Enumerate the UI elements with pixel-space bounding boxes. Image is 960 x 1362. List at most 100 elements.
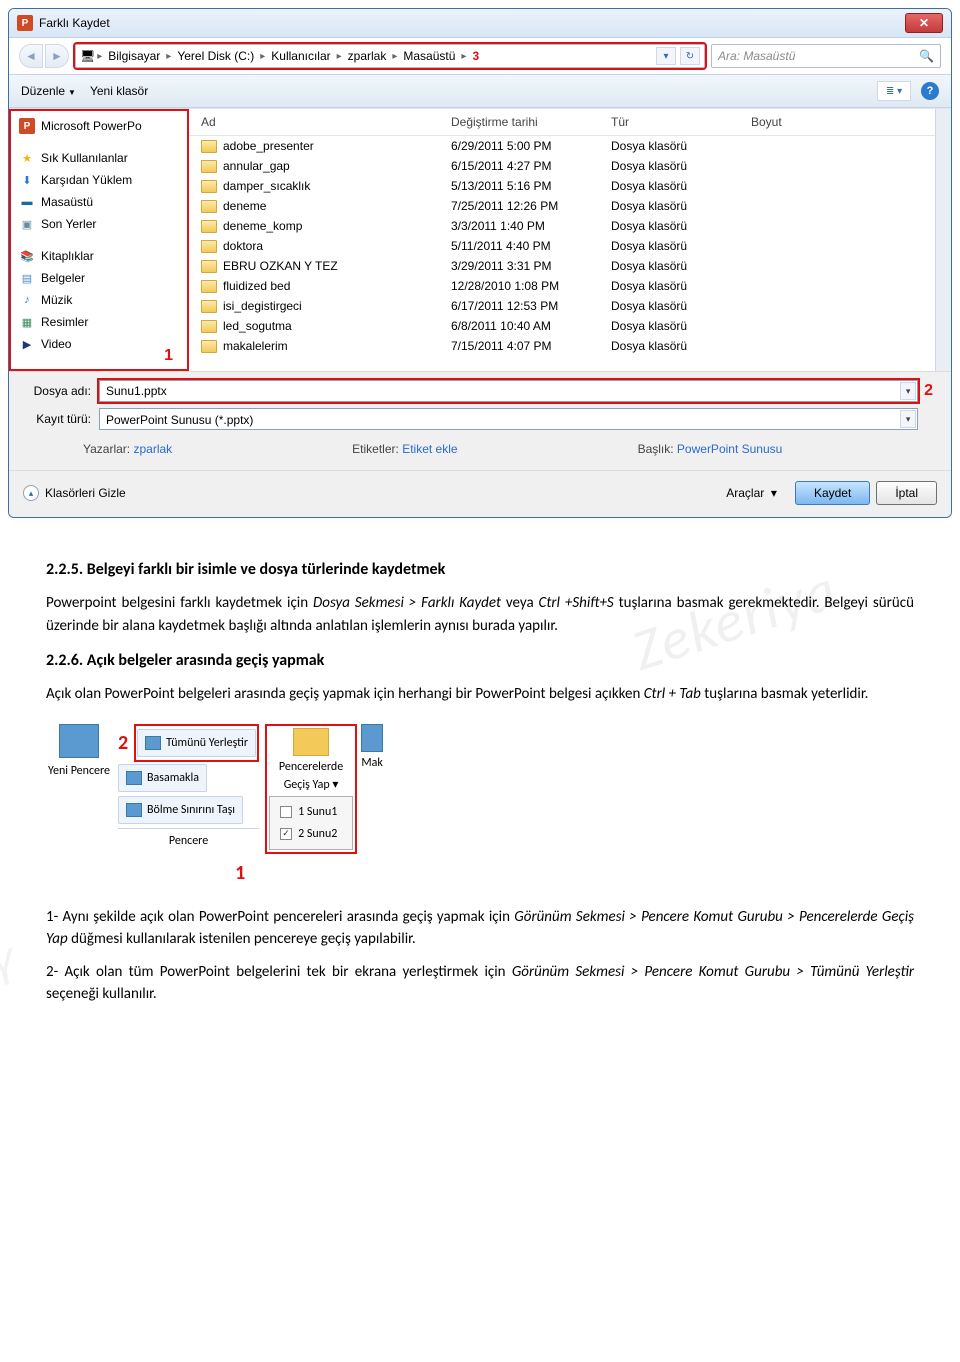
file-row[interactable]: led_sogutma6/8/2011 10:40 AMDosya klasör… [189, 316, 951, 336]
picture-icon: ▦ [19, 314, 35, 330]
arrange-all-icon [145, 736, 161, 750]
sidebar-item-libraries[interactable]: 📚Kitaplıklar [17, 245, 181, 267]
filename-dropdown[interactable]: ▾ [900, 382, 916, 400]
folder-icon [201, 220, 217, 233]
file-type: Dosya klasörü [611, 279, 751, 293]
powerpoint-app-icon: P [17, 15, 33, 31]
forward-button[interactable]: ► [45, 44, 69, 68]
file-type: Dosya klasörü [611, 199, 751, 213]
breadcrumb-seg[interactable]: Masaüstü [399, 49, 459, 63]
check-icon: ✓ [280, 828, 292, 840]
breadcrumb-seg[interactable]: Yerel Disk (C:) [173, 49, 258, 63]
dialog-body: PMicrosoft PowerPo ★Sık Kullanılanlar ⬇K… [9, 108, 951, 371]
breadcrumb-seg[interactable]: zparlak [344, 49, 391, 63]
authors-value[interactable]: zparlak [133, 442, 172, 456]
file-name: deneme_komp [223, 219, 302, 233]
file-row[interactable]: isi_degistirgeci6/17/2011 12:53 PMDosya … [189, 296, 951, 316]
filetype-dropdown[interactable]: ▾ [900, 410, 916, 428]
tools-menu[interactable]: Araçlar ▾ [726, 486, 777, 500]
refresh-button[interactable]: ↻ [680, 47, 700, 65]
move-split-button[interactable]: Bölme Sınırını Taşı [118, 796, 243, 824]
menu-item-sunu1[interactable]: 1 Sunu1 [276, 801, 346, 823]
file-row[interactable]: damper_sıcaklık5/13/2011 5:16 PMDosya kl… [189, 176, 951, 196]
file-row[interactable]: annular_gap6/15/2011 4:27 PMDosya klasör… [189, 156, 951, 176]
file-list: Ad Değiştirme tarihi Tür Boyut adobe_pre… [189, 109, 951, 371]
group-label: Pencere [118, 828, 259, 850]
folder-icon [201, 280, 217, 293]
close-button[interactable]: ✕ [905, 13, 943, 33]
dialog-title: Farklı Kaydet [39, 16, 905, 30]
tags-value[interactable]: Etiket ekle [402, 442, 457, 456]
annotation-1b: 1 [235, 858, 245, 888]
check-icon [280, 806, 292, 818]
breadcrumb-sep-icon: ▸ [97, 51, 102, 62]
file-date: 3/29/2011 3:31 PM [451, 259, 611, 273]
cascade-button[interactable]: Basamakla [118, 764, 207, 792]
col-name[interactable]: Ad [201, 115, 451, 129]
save-button[interactable]: Kaydet [795, 481, 870, 505]
hide-folders-button[interactable]: ▴Klasörleri Gizle [23, 485, 126, 501]
authors-label: Yazarlar: [83, 442, 130, 456]
switch-windows-button[interactable]: Pencerelerde Geçiş Yap ▾ [269, 758, 353, 794]
file-date: 5/11/2011 4:40 PM [451, 239, 611, 253]
title-value[interactable]: PowerPoint Sunusu [677, 442, 782, 456]
file-type: Dosya klasörü [611, 219, 751, 233]
organize-menu[interactable]: Düzenle▼ [21, 84, 76, 98]
sidebar-item-recent[interactable]: ▣Son Yerler [17, 213, 181, 235]
chevron-up-icon: ▴ [23, 485, 39, 501]
file-row[interactable]: fluidized bed12/28/2010 1:08 PMDosya kla… [189, 276, 951, 296]
file-row[interactable]: makalelerim7/15/2011 4:07 PMDosya klasör… [189, 336, 951, 356]
cancel-button[interactable]: İptal [876, 481, 937, 505]
sidebar-item-music[interactable]: ♪Müzik [17, 289, 181, 311]
arrange-all-button[interactable]: Tümünü Yerleştir [137, 729, 256, 757]
new-folder-button[interactable]: Yeni klasör [90, 84, 148, 98]
breadcrumb-seg[interactable]: Bilgisayar [104, 49, 164, 63]
file-type: Dosya klasörü [611, 179, 751, 193]
folder-icon [201, 320, 217, 333]
file-type: Dosya klasörü [611, 259, 751, 273]
menu-item-sunu2[interactable]: ✓2 Sunu2 [276, 823, 346, 845]
filetype-row: Kayıt türü: PowerPoint Sunusu (*.pptx)▾ … [27, 408, 933, 430]
col-type[interactable]: Tür [611, 115, 751, 129]
filetype-combo[interactable]: PowerPoint Sunusu (*.pptx) [99, 408, 918, 430]
sidebar-item-downloads[interactable]: ⬇Karşıdan Yüklem [17, 169, 181, 191]
address-bar[interactable]: 🖥 ▸ Bilgisayar ▸ Yerel Disk (C:) ▸ Kulla… [75, 44, 705, 68]
filename-input[interactable] [99, 380, 918, 402]
back-button[interactable]: ◄ [19, 44, 43, 68]
vertical-scrollbar[interactable] [935, 109, 951, 371]
sidebar-item-documents[interactable]: ▤Belgeler [17, 267, 181, 289]
paragraph: 1- Aynı şekilde açık olan PowerPoint pen… [46, 906, 914, 951]
sidebar-item-videos[interactable]: ▶Video [17, 333, 181, 355]
annotation-2: 2 [924, 382, 933, 400]
file-row[interactable]: EBRU OZKAN Y TEZ3/29/2011 3:31 PMDosya k… [189, 256, 951, 276]
file-row[interactable]: doktora5/11/2011 4:40 PMDosya klasörü [189, 236, 951, 256]
search-placeholder: Ara: Masaüstü [718, 49, 795, 63]
folder-icon [201, 200, 217, 213]
folder-icon [201, 160, 217, 173]
col-modified[interactable]: Değiştirme tarihi [451, 115, 611, 129]
library-icon: 📚 [19, 248, 35, 264]
sidebar-item-desktop[interactable]: ▬Masaüstü [17, 191, 181, 213]
file-date: 6/17/2011 12:53 PM [451, 299, 611, 313]
view-mode-button[interactable]: ≣ ▾ [877, 81, 911, 101]
sidebar-item-favorites[interactable]: ★Sık Kullanılanlar [17, 147, 181, 169]
button-row: ▴Klasörleri Gizle Araçlar ▾ Kaydet İptal [9, 470, 951, 517]
history-dropdown[interactable]: ▾ [656, 47, 676, 65]
macros-icon [361, 724, 383, 752]
sidebar-item-ppt[interactable]: PMicrosoft PowerPo [17, 115, 181, 137]
sidebar-item-pictures[interactable]: ▦Resimler [17, 311, 181, 333]
breadcrumb-seg[interactable]: Kullanıcılar [267, 49, 334, 63]
folder-icon [201, 340, 217, 353]
file-row[interactable]: deneme7/25/2011 12:26 PMDosya klasörü [189, 196, 951, 216]
col-size[interactable]: Boyut [751, 115, 831, 129]
filetype-label: Kayıt türü: [27, 412, 99, 426]
file-date: 3/3/2011 1:40 PM [451, 219, 611, 233]
music-icon: ♪ [19, 292, 35, 308]
document-icon: ▤ [19, 270, 35, 286]
download-icon: ⬇ [19, 172, 35, 188]
file-row[interactable]: adobe_presenter6/29/2011 5:00 PMDosya kl… [189, 136, 951, 156]
file-row[interactable]: deneme_komp 3/3/2011 1:40 PMDosya klasörü [189, 216, 951, 236]
search-input[interactable]: Ara: Masaüstü 🔍 [711, 44, 941, 68]
file-name: isi_degistirgeci [223, 299, 302, 313]
help-button[interactable]: ? [921, 82, 939, 100]
